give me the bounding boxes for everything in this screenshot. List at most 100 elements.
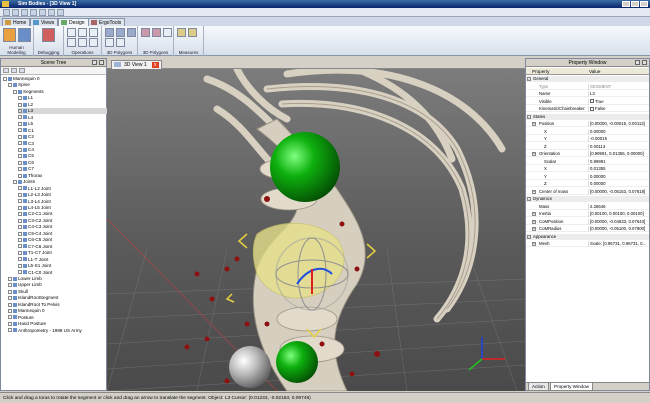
pin-icon[interactable] <box>92 60 97 65</box>
tree-expand-icon[interactable] <box>8 276 12 281</box>
filter-icon[interactable] <box>19 68 25 73</box>
tree-expand-icon[interactable] <box>13 179 17 184</box>
cylinder-icon[interactable] <box>116 28 125 37</box>
tree-expand-icon[interactable] <box>18 160 22 165</box>
tree-expand-icon[interactable] <box>18 244 22 249</box>
move-icon[interactable] <box>78 28 87 37</box>
print-icon[interactable] <box>48 9 55 16</box>
tree-expand-icon[interactable] <box>18 128 22 133</box>
angle-icon[interactable] <box>188 28 197 37</box>
tree-expand-icon[interactable] <box>18 141 22 146</box>
property-value-cell[interactable]: 0.00113 <box>588 143 649 150</box>
tree-expand-icon[interactable] <box>18 134 22 139</box>
tree-item[interactable]: L4-L5 Joint <box>18 205 107 211</box>
property-row[interactable]: + Position [0.00000, -0.00015, 0.00113] <box>526 121 649 127</box>
property-value-cell[interactable]: [0.00000, -0.05100, 0.07900] <box>588 226 649 232</box>
checkbox[interactable] <box>590 99 594 104</box>
tree-item[interactable]: Lower Limb <box>8 276 107 282</box>
tree-item[interactable]: Mannequin 0 <box>8 308 107 314</box>
tree-expand-icon[interactable] <box>8 296 12 301</box>
tree-expand-icon[interactable] <box>18 167 22 172</box>
mesh-icon[interactable] <box>152 28 161 37</box>
tree-expand-icon[interactable] <box>18 231 22 236</box>
tree-item[interactable]: C1 <box>18 128 107 134</box>
mannequin-icon[interactable] <box>3 28 16 42</box>
expand-icon[interactable]: - <box>527 234 531 239</box>
property-value-cell[interactable]: Scale: [0.96731, 0.96731, 0... <box>588 241 649 247</box>
property-row[interactable]: Type SEGMENT <box>526 83 649 90</box>
panel-close-icon[interactable] <box>99 60 104 65</box>
expand-icon[interactable]: - <box>527 77 531 81</box>
tree-item[interactable]: T1-C7 Joint <box>18 250 107 256</box>
property-value-cell[interactable]: SEGMENT <box>588 83 649 90</box>
property-row[interactable]: + Orientation [0.99991, 0.01355, 0.00000] <box>526 151 649 157</box>
tree-expand-icon[interactable] <box>18 218 22 223</box>
scale-icon[interactable] <box>67 38 76 47</box>
property-row[interactable]: Z 0.00000 <box>526 181 649 187</box>
property-value-cell[interactable]: True <box>588 98 649 105</box>
expand-all-icon[interactable] <box>3 68 9 73</box>
tab-action[interactable]: Action <box>528 383 549 391</box>
cone-icon[interactable] <box>105 38 114 47</box>
property-row[interactable]: + Inertia [0.00100, 0.00100, 0.00100] <box>526 211 649 217</box>
maximize-button[interactable] <box>631 1 639 7</box>
save-icon[interactable] <box>21 9 28 16</box>
property-value-cell[interactable]: 0.00000 <box>588 181 649 187</box>
tab-ergotools[interactable]: ErgoTools <box>88 18 126 26</box>
property-row[interactable]: X 0.01355 <box>526 166 649 172</box>
property-row[interactable]: + Mesh Scale: [0.96731, 0.96731, 0... <box>526 241 649 247</box>
tree-expand-icon[interactable] <box>18 147 22 152</box>
tree-item[interactable]: L2-L3 Joint <box>18 192 107 198</box>
tree-item[interactable]: C3 <box>18 141 107 147</box>
tree-item[interactable]: Thorax <box>18 173 107 179</box>
tree-expand-icon[interactable] <box>18 199 22 204</box>
tree-expand-icon[interactable] <box>18 270 22 275</box>
property-value-cell[interactable]: 0.00000 <box>588 173 649 180</box>
expand-icon[interactable]: + <box>532 227 536 231</box>
tree-item[interactable]: Mannequin 0 <box>3 76 107 82</box>
expand-icon[interactable]: - <box>527 114 531 119</box>
tree-item[interactable]: Upper Limb <box>8 282 107 288</box>
close-window-button[interactable] <box>640 1 648 7</box>
expand-icon[interactable]: + <box>532 122 536 126</box>
tree-item[interactable]: IslandRoot To Pelvis <box>8 302 107 308</box>
tree-item[interactable]: C7 <box>18 166 107 172</box>
tree-expand-icon[interactable] <box>18 250 22 255</box>
property-row[interactable]: Visible True <box>526 98 649 105</box>
expand-icon[interactable]: + <box>532 212 536 216</box>
tree-expand-icon[interactable] <box>18 238 22 243</box>
property-category[interactable]: - States <box>526 113 649 120</box>
tree-expand-icon[interactable] <box>8 283 12 288</box>
polygon-icon[interactable] <box>141 28 150 37</box>
tree-expand-icon[interactable] <box>18 115 22 120</box>
tab-home[interactable]: Home <box>2 18 31 26</box>
property-value-cell[interactable]: [0.00000, -0.04633, 0.07643] <box>588 218 649 225</box>
property-value-cell[interactable]: [0.00000, -0.05153, 0.07618] <box>588 188 649 195</box>
viewport-scene[interactable] <box>107 69 525 391</box>
expand-icon[interactable]: + <box>532 219 536 224</box>
tree-expand-icon[interactable] <box>8 289 12 294</box>
tree-item[interactable]: Joints <box>13 179 107 185</box>
new-file-icon[interactable] <box>3 9 10 16</box>
tree-item[interactable]: C5-C4 Joint <box>18 231 107 237</box>
property-row[interactable]: Kinematic/Chainbreaker False <box>526 106 649 112</box>
property-value-cell[interactable]: -0.00015 <box>588 136 649 142</box>
tree-expand-icon[interactable] <box>18 257 22 262</box>
property-row[interactable]: Mass 2.28646 <box>526 203 649 210</box>
tree-expand-icon[interactable] <box>18 263 22 268</box>
tree-item[interactable]: L1-T Joint <box>18 257 107 263</box>
property-category[interactable]: - Dynamics <box>526 196 649 202</box>
property-value-cell[interactable]: [0.00000, -0.00015, 0.00113] <box>588 121 649 127</box>
property-value-cell[interactable]: False <box>588 106 649 112</box>
tree-expand-icon[interactable] <box>3 76 7 81</box>
view-close-icon[interactable]: x <box>151 62 159 68</box>
collapse-all-icon[interactable] <box>11 68 17 73</box>
tree-expand-icon[interactable] <box>18 212 22 217</box>
segment-icon[interactable] <box>18 28 31 42</box>
expand-icon[interactable]: + <box>532 242 536 246</box>
tree-item[interactable]: L3-L4 Joint <box>18 199 107 205</box>
property-value-cell[interactable]: [0.99991, 0.01355, 0.00000] <box>588 151 649 157</box>
tree-item[interactable]: L1-L2 Joint <box>18 186 107 192</box>
tree-item[interactable]: C2 <box>18 134 107 140</box>
tree-item[interactable]: L3 <box>18 108 107 115</box>
